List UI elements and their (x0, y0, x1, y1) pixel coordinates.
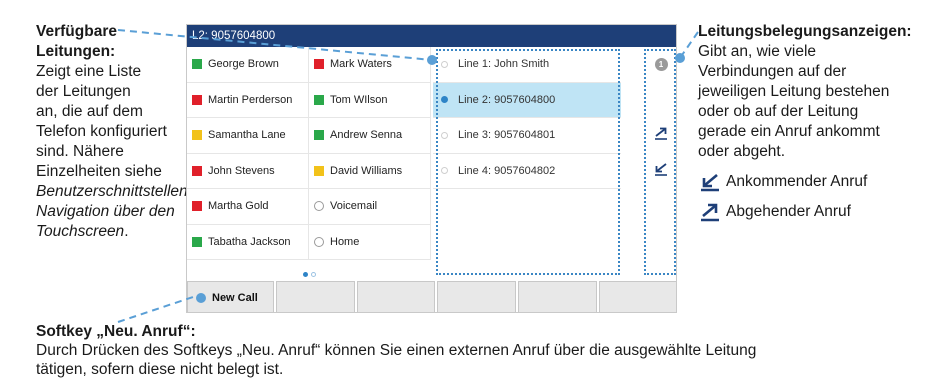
annotation-text: tätigen, sofern diese nicht belegt ist. (36, 361, 284, 378)
annotation-text: Durch Drücken des Softkeys „Neu. Anruf“ … (36, 342, 757, 359)
line-indicators-leader-dot (675, 53, 685, 63)
available-lines-leader-dot (427, 55, 437, 65)
available-lines-leader (117, 29, 433, 61)
softkey-annotation: Softkey „Neu. Anruf“: Durch Drücken des … (36, 322, 936, 379)
annotation-heading: Softkey „Neu. Anruf“: (36, 323, 196, 340)
softkey-leader (117, 295, 197, 323)
